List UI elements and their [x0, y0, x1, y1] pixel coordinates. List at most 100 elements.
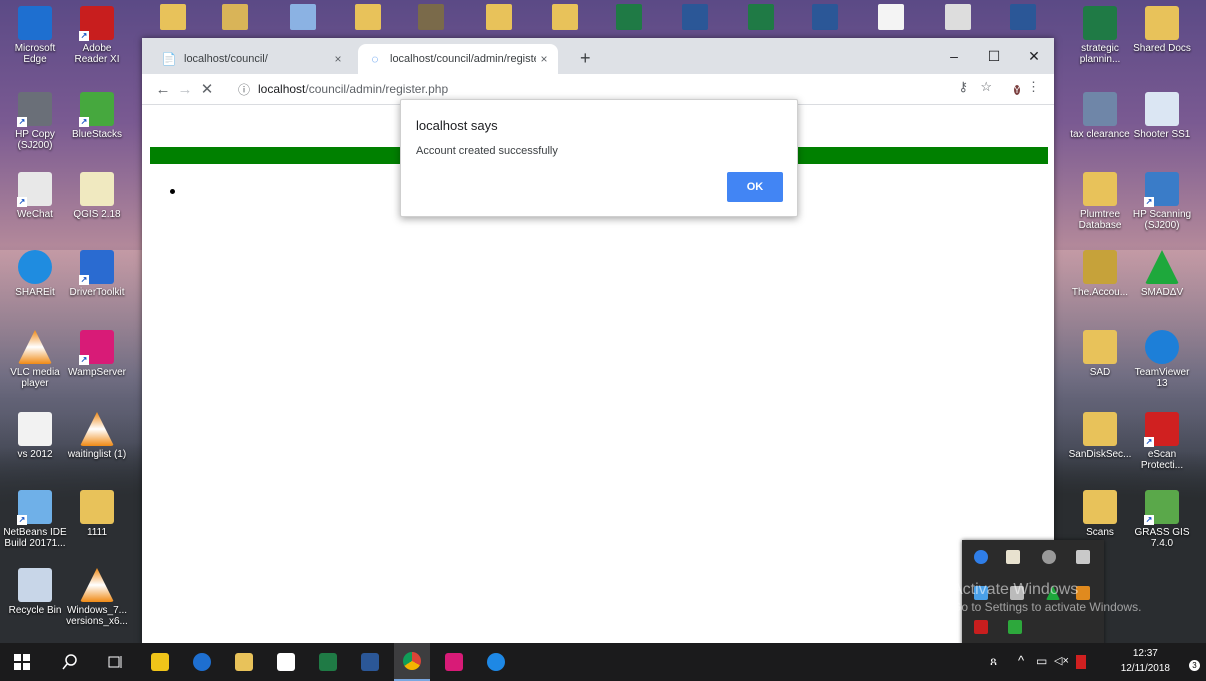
edge-icon	[193, 653, 211, 671]
people-icon[interactable]: ጸ	[990, 654, 997, 669]
desktop-icon-edge[interactable]: Microsoft Edge	[3, 6, 67, 65]
system-clock[interactable]: 12:37 12/11/2018	[1121, 646, 1170, 676]
ok-button[interactable]: OK	[727, 172, 783, 202]
desktop-icon-shareit[interactable]: SHAREit	[3, 250, 67, 298]
excel-file-icon[interactable]	[748, 4, 774, 30]
word-file-icon[interactable]	[812, 4, 838, 30]
search-button[interactable]	[52, 643, 88, 681]
address-bar[interactable]: ⓘ localhost/council/admin/register.php	[238, 78, 944, 100]
taskbar-wampserver[interactable]	[436, 643, 472, 681]
taskbar-store[interactable]	[142, 643, 178, 681]
desktop-icon-sandisk[interactable]: SanDiskSec...	[1068, 412, 1132, 460]
close-tab-icon[interactable]: ×	[330, 52, 346, 66]
file-icon[interactable]	[945, 4, 971, 30]
desktop-icon-windows7[interactable]: Windows_7... versions_x6...	[65, 568, 129, 627]
desktop-icon-waitinglist[interactable]: waitinglist (1)	[65, 412, 129, 460]
word-file-icon[interactable]	[682, 4, 708, 30]
maximize-button[interactable]: ☐	[974, 38, 1014, 74]
icon-label: DriverToolkit	[69, 287, 125, 298]
folder-icon[interactable]	[486, 4, 512, 30]
desktop-icon-adobe[interactable]: ↗ Adobe Reader XI	[65, 6, 129, 65]
bluetooth-icon[interactable]	[974, 550, 988, 564]
image-file-icon[interactable]	[290, 4, 316, 30]
icon-label: strategic plannin...	[1079, 43, 1121, 65]
desktop-icon-strategic[interactable]: strategic plannin...	[1068, 6, 1132, 65]
taskbar-edge[interactable]	[184, 643, 220, 681]
task-view-button[interactable]	[98, 643, 134, 681]
security-shield-icon[interactable]	[1006, 550, 1020, 564]
desktop-icon-netbeans[interactable]: ↗ NetBeans IDE Build 20171...	[3, 490, 67, 549]
desktop-icon-accounting[interactable]: The.Accou...	[1068, 250, 1132, 298]
internet-explorer-icon	[487, 653, 505, 671]
desktop-icon-plumtree[interactable]: Plumtree Database	[1068, 172, 1132, 231]
escan-tray-icon[interactable]	[1076, 655, 1086, 669]
menu-icon[interactable]: ⋮	[1027, 79, 1040, 95]
close-tab-icon[interactable]: ×	[536, 52, 552, 66]
desktop-icon-hp-scanning[interactable]: ↗ HP Scanning (SJ200)	[1130, 172, 1194, 231]
taskbar-file-explorer[interactable]	[226, 643, 262, 681]
action-center-button[interactable]: 3	[1180, 653, 1200, 671]
desktop-icon-tax-clearance[interactable]: tax clearance	[1068, 92, 1132, 140]
sandisk-icon	[1083, 412, 1117, 446]
word-file-icon[interactable]	[1010, 4, 1036, 30]
icon-label: SanDiskSec...	[1068, 449, 1132, 460]
folder-icon[interactable]	[355, 4, 381, 30]
excel-file-icon[interactable]	[616, 4, 642, 30]
tab-register[interactable]: ◌ localhost/council/admin/register ×	[358, 44, 558, 74]
stop-button[interactable]: ✕	[196, 80, 218, 98]
folder-icon[interactable]	[552, 4, 578, 30]
bookmark-star-icon[interactable]: ☆	[980, 79, 992, 95]
taskbar-chrome[interactable]	[394, 643, 430, 681]
green-tray-icon[interactable]	[1008, 620, 1022, 634]
taskbar-word[interactable]	[352, 643, 388, 681]
desktop-icon-1111[interactable]: 1111	[65, 490, 129, 538]
blank-file-icon[interactable]	[878, 4, 904, 30]
desktop-icon-teamviewer[interactable]: TeamViewer 13	[1130, 330, 1194, 389]
taskbar-internet-explorer[interactable]	[478, 643, 514, 681]
desktop-icon-shared-docs[interactable]: Shared Docs	[1130, 6, 1194, 54]
activation-watermark-title: Activate Windows	[952, 581, 1079, 598]
desktop-icon-smadav[interactable]: SMADΔV	[1130, 250, 1194, 298]
start-button[interactable]	[4, 643, 40, 681]
folder-icon[interactable]	[160, 4, 186, 30]
info-icon[interactable]: ⓘ	[238, 81, 250, 98]
desktop-icon-vlc[interactable]: VLC media player	[3, 330, 67, 389]
desktop-icon-shooter[interactable]: Shooter SS1	[1130, 92, 1194, 140]
icon-label: HP Scanning (SJ200)	[1132, 209, 1192, 231]
taskbar-excel[interactable]	[310, 643, 346, 681]
taskbar-mail[interactable]	[268, 643, 304, 681]
shareit-icon	[18, 250, 52, 284]
icon-label: tax clearance	[1070, 129, 1130, 140]
forward-button[interactable]: →	[174, 81, 196, 98]
profile-avatar[interactable]: Y	[1013, 81, 1020, 98]
text-file-icon	[18, 412, 52, 446]
desktop-icon-hpcopy[interactable]: ↗ HP Copy (SJ200)	[3, 92, 67, 151]
key-icon[interactable]: ⚷	[958, 79, 968, 95]
tab-title: localhost/council/admin/register	[390, 53, 536, 65]
onedrive-icon[interactable]	[1042, 550, 1056, 564]
new-tab-button[interactable]: +	[580, 48, 591, 69]
desktop-icon-vs2012[interactable]: vs 2012	[3, 412, 67, 460]
close-window-button[interactable]: ✕	[1014, 38, 1054, 74]
volume-muted-icon[interactable]: ◁×	[1054, 654, 1069, 667]
tab-council[interactable]: 📄 localhost/council/ ×	[152, 44, 352, 74]
desktop-icon-scans[interactable]: Scans	[1068, 490, 1132, 538]
desktop-icon-recycle-bin[interactable]: Recycle Bin	[3, 568, 67, 616]
battery-network-icon[interactable]: ▭	[1036, 654, 1047, 668]
desktop-icon-drivertoolkit[interactable]: ↗ DriverToolkit	[65, 250, 129, 298]
desktop-icon-grass-gis[interactable]: ↗ GRASS GIS 7.4.0	[1130, 490, 1194, 549]
show-hidden-icons-icon[interactable]: ^	[1018, 653, 1024, 668]
back-button[interactable]: ←	[152, 81, 174, 98]
minimize-button[interactable]: –	[934, 38, 974, 74]
desktop-icon-wampserver[interactable]: ↗ WampServer	[65, 330, 129, 378]
desktop-icon-sad[interactable]: SAD	[1068, 330, 1132, 378]
device-icon[interactable]	[1076, 550, 1090, 564]
folder-icon[interactable]	[418, 4, 444, 30]
adobe-tray-icon[interactable]	[974, 620, 988, 634]
desktop-icon-bluestacks[interactable]: ↗ BlueStacks	[65, 92, 129, 140]
desktop-icon-wechat[interactable]: ↗ WeChat	[3, 172, 67, 220]
desktop-icon-qgis[interactable]: QGIS 2.18	[65, 172, 129, 220]
folder-icon[interactable]	[222, 4, 248, 30]
desktop-icon-escan[interactable]: ↗ eScan Protecti...	[1130, 412, 1194, 471]
url-path: /council/admin/register.php	[305, 82, 449, 96]
